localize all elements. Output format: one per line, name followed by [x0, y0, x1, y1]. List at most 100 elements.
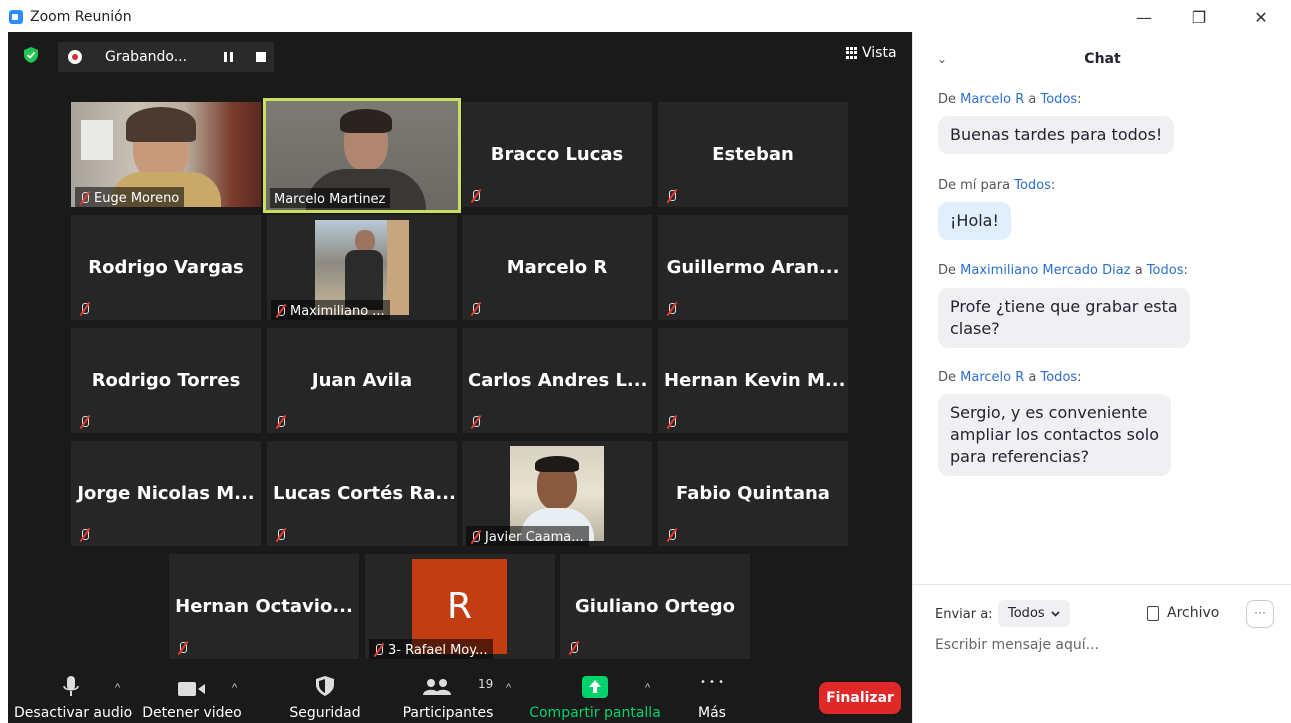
chat-panel: ⌄ Chat De Marcelo R a Todos: Buenas tard… — [912, 32, 1291, 723]
participant-name: Bracco Lucas — [490, 144, 624, 165]
title-bar: Zoom Reunión — ❐ ✕ — [0, 0, 1291, 32]
sender-link[interactable]: Marcelo R — [960, 92, 1024, 107]
participant-tile[interactable]: Jorge Nicolas M... — [71, 441, 261, 546]
chat-compose-area: Enviar a: Todos Archivo ··· Escribir men… — [913, 584, 1291, 723]
recipient-link[interactable]: Todos — [1041, 370, 1078, 385]
sender-link[interactable]: Maximiliano Mercado Diaz — [960, 263, 1130, 278]
stop-video-button[interactable]: Detener video — [142, 672, 242, 723]
video-options-caret-icon[interactable]: ^ — [232, 682, 237, 694]
view-button[interactable]: Vista — [846, 45, 897, 61]
participant-name: Esteban — [712, 144, 794, 165]
audio-options-caret-icon[interactable]: ^ — [115, 682, 120, 694]
participant-name-tag: 3- Rafael Moy... — [369, 639, 493, 659]
recipient-link[interactable]: Todos — [1147, 263, 1184, 278]
participant-name: Giuliano Ortego — [575, 596, 735, 617]
participant-tile[interactable]: Maximiliano ... — [267, 215, 457, 320]
share-screen-button[interactable]: Compartir pantalla — [528, 672, 662, 723]
security-icon — [316, 676, 334, 696]
participants-button[interactable]: 19 Participantes — [398, 672, 498, 723]
recipient-link[interactable]: Todos — [1041, 92, 1078, 107]
chat-message-meta: De Marcelo R a Todos: — [938, 370, 1082, 385]
pause-recording-icon[interactable] — [224, 52, 234, 62]
participant-name-tag: Euge Moreno — [75, 187, 185, 207]
meeting-toolbar: Desactivar audio ^ Detener video ^ Segur… — [8, 672, 912, 723]
file-button[interactable]: Archivo — [1147, 605, 1219, 621]
muted-mic-icon — [373, 643, 383, 657]
participant-name: Fabio Quintana — [676, 483, 830, 504]
muted-mic-icon — [666, 189, 676, 203]
muted-mic-icon — [275, 415, 285, 429]
muted-mic-icon — [666, 528, 676, 542]
end-meeting-button[interactable]: Finalizar — [819, 682, 901, 714]
chat-message-meta: De Marcelo R a Todos: — [938, 92, 1082, 107]
participants-options-caret-icon[interactable]: ^ — [506, 682, 511, 694]
file-icon — [1147, 605, 1159, 621]
participants-label: Participantes — [402, 705, 494, 721]
stop-recording-icon[interactable] — [256, 52, 266, 62]
participant-tile[interactable]: Marcelo R — [462, 215, 652, 320]
message-input[interactable]: Escribir mensaje aquí... — [935, 637, 1099, 653]
mute-audio-button[interactable]: Desactivar audio — [14, 672, 132, 723]
participant-tile[interactable]: Hernan Octavio... — [169, 554, 359, 659]
participant-name-tag: Marcelo Martinez — [270, 188, 391, 208]
chat-header: ⌄ Chat — [913, 32, 1291, 86]
participant-tile[interactable]: Rodrigo Vargas — [71, 215, 261, 320]
recipient-select[interactable]: Todos — [998, 600, 1070, 627]
participant-tile-active-speaker[interactable]: Marcelo Martinez — [263, 98, 461, 213]
security-label: Seguridad — [289, 705, 361, 721]
participant-tile[interactable]: Juan Avila — [267, 328, 457, 433]
send-to-label: Enviar a: — [935, 607, 993, 622]
participant-name-tag: Maximiliano ... — [271, 300, 390, 320]
participant-name: Jorge Nicolas M... — [77, 483, 255, 504]
security-shield-icon[interactable] — [24, 47, 38, 63]
restore-button[interactable]: ❐ — [1179, 4, 1219, 30]
participant-name: Marcelo R — [506, 257, 608, 278]
participant-name: Hernan Octavio... — [175, 596, 353, 617]
close-button[interactable]: ✕ — [1241, 4, 1281, 30]
more-button[interactable]: • • • Más — [688, 672, 736, 723]
participant-tile[interactable]: Fabio Quintana — [658, 441, 848, 546]
recording-indicator: Grabando... — [58, 42, 274, 72]
muted-mic-icon — [79, 528, 89, 542]
security-button[interactable]: Seguridad — [280, 672, 370, 723]
stop-video-label: Detener video — [142, 705, 242, 721]
chat-message-bubble: Sergio, y es conveniente ampliar los con… — [938, 394, 1172, 476]
muted-mic-icon — [470, 415, 480, 429]
meeting-topbar: Grabando... Vista — [8, 32, 912, 72]
participant-tile[interactable]: Rodrigo Torres — [71, 328, 261, 433]
participant-tile[interactable]: Giuliano Ortego — [560, 554, 750, 659]
share-options-caret-icon[interactable]: ^ — [645, 682, 650, 694]
recording-dot-icon — [68, 50, 82, 64]
participant-name: Lucas Cortés Ra... — [273, 483, 456, 504]
participant-tile[interactable]: Guillermo Aran... — [658, 215, 848, 320]
muted-mic-icon — [470, 530, 480, 544]
participant-name: Guillermo Aran... — [666, 257, 840, 278]
muted-mic-icon — [275, 528, 285, 542]
participant-name-tag: Javier Caama... — [466, 526, 589, 546]
participant-name: Hernan Kevin M... — [664, 370, 846, 391]
participant-tile[interactable]: Lucas Cortés Ra... — [267, 441, 457, 546]
chat-message-meta: De mí para Todos: — [938, 178, 1056, 193]
participant-tile[interactable]: Carlos Andres L... — [462, 328, 652, 433]
gallery-grid-icon — [846, 47, 858, 59]
participant-tile[interactable]: R 3- Rafael Moy... — [365, 554, 555, 659]
sender-link[interactable]: Marcelo R — [960, 370, 1024, 385]
chat-message-bubble: Profe ¿tiene que grabar esta clase? — [938, 288, 1190, 348]
participant-tile[interactable]: Javier Caama... — [462, 441, 652, 546]
participant-tile[interactable]: Euge Moreno — [71, 102, 261, 207]
participant-tile[interactable]: Hernan Kevin M... — [658, 328, 848, 433]
share-screen-icon — [582, 676, 608, 698]
participant-name: Rodrigo Vargas — [88, 257, 244, 278]
muted-mic-icon — [666, 415, 676, 429]
minimize-button[interactable]: — — [1124, 4, 1164, 30]
muted-mic-icon — [470, 302, 480, 316]
muted-mic-icon — [275, 304, 285, 318]
recipient-link[interactable]: Todos — [1014, 178, 1051, 193]
participant-tile[interactable]: Esteban — [658, 102, 848, 207]
zoom-app-icon — [9, 10, 23, 24]
chat-more-button[interactable]: ··· — [1246, 600, 1274, 628]
participants-icon — [423, 679, 451, 695]
participant-tile[interactable]: Bracco Lucas — [462, 102, 652, 207]
muted-mic-icon — [79, 415, 89, 429]
more-dots-icon: • • • — [699, 677, 725, 688]
